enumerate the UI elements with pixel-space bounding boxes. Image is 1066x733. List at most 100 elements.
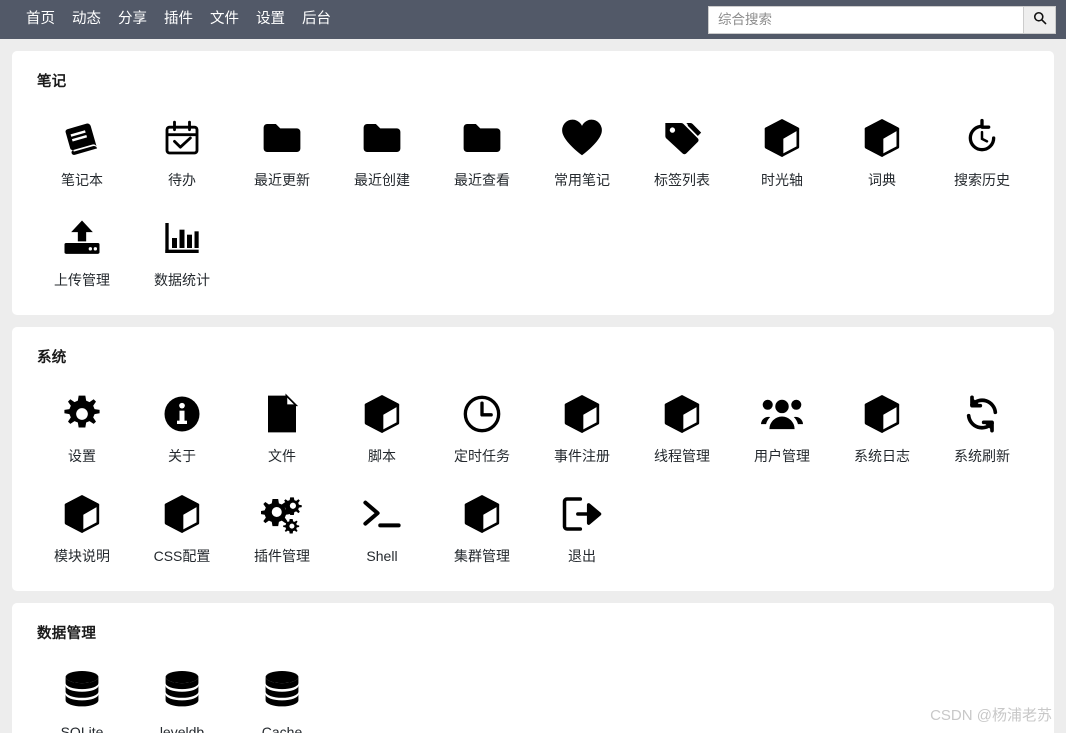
icon-tile[interactable]: 文件 [232,377,332,477]
card-title: 系统 [37,350,67,366]
search-button[interactable] [1023,5,1056,34]
icon-tile[interactable]: 常用笔记 [532,101,632,201]
icon-tile-label: CSS配置 [153,548,211,564]
file-icon [265,391,299,437]
cube-icon [63,491,101,537]
icon-tile[interactable]: 设置 [32,377,132,477]
nav-plugin[interactable]: 插件 [164,0,193,39]
icon-tile-label: 用户管理 [754,448,810,464]
sync-icon [962,391,1002,437]
cube-icon [363,391,401,437]
icon-tile-label: 词典 [868,172,896,188]
icon-tile-label: 线程管理 [654,448,710,464]
info-circle-icon [162,391,202,437]
cube-icon [863,391,901,437]
icon-tile[interactable]: 插件管理 [232,477,332,577]
icon-tile-label: 关于 [168,448,196,464]
cards-container: 笔记笔记本 待办 最近更新 最近创建 最近查看 常用笔记 标签列表 时光轴 词典 搜索历史上传管理… [12,51,1054,733]
icon-tile[interactable]: 最近创建 [332,101,432,201]
nav-home[interactable]: 首页 [26,0,55,39]
icon-tile[interactable]: 待办 [132,101,232,201]
watermark: CSDN @杨浦老苏 [930,707,1052,724]
icon-tile-label: 退出 [568,548,596,564]
icon-tile[interactable]: leveldb [132,653,232,733]
icon-tile-label: Shell [366,548,398,564]
icon-tile[interactable]: 线程管理 [632,377,732,477]
icon-tile-label: 文件 [268,448,296,464]
icon-tile-label: 定时任务 [454,448,510,464]
icon-tile[interactable]: 词典 [832,101,932,201]
icon-grid: SQLite leveldb Cache [32,649,1034,733]
nav-settings[interactable]: 设置 [256,0,285,39]
icon-tile[interactable]: 模块说明 [32,477,132,577]
icon-grid: 笔记本 待办 最近更新 最近创建 最近查看 常用笔记 标签列表 时光轴 词典 搜索历史上传管理 数据… [32,97,1034,301]
icon-tile-label: 插件管理 [254,548,310,564]
icon-tile[interactable]: 关于 [132,377,232,477]
icon-tile[interactable]: 集群管理 [432,477,532,577]
icon-tile-label: 最近创建 [354,172,410,188]
icon-tile-label: 脚本 [368,448,396,464]
nav-links: 首页 动态 分享 插件 文件 设置 后台 [26,0,331,39]
card-section: 笔记笔记本 待办 最近更新 最近创建 最近查看 常用笔记 标签列表 时光轴 词典 搜索历史上传管理… [12,51,1054,315]
icon-tile-label: 标签列表 [654,172,710,188]
search-bar [708,5,1056,34]
nav-file[interactable]: 文件 [210,0,239,39]
icon-tile[interactable]: 退出 [532,477,632,577]
nav-activity[interactable]: 动态 [72,0,101,39]
icon-tile[interactable]: 脚本 [332,377,432,477]
sign-out-icon [562,491,602,537]
icon-tile[interactable]: SQLite [32,653,132,733]
database-icon [263,667,301,713]
icon-tile[interactable]: 笔记本 [32,101,132,201]
icon-tile-label: leveldb [159,724,205,733]
icon-tile-label: 数据统计 [154,272,210,288]
icon-tile-label: SQLite [60,724,104,733]
icon-tile[interactable]: 系统日志 [832,377,932,477]
database-icon [63,667,101,713]
icon-tile-label: 最近更新 [254,172,310,188]
icon-tile[interactable]: 最近更新 [232,101,332,201]
icon-tile-label: 设置 [68,448,96,464]
cube-icon [663,391,701,437]
icon-tile-label: 模块说明 [54,548,110,564]
cube-icon [463,491,501,537]
icon-tile[interactable]: 上传管理 [32,201,132,301]
icon-tile-label: 事件注册 [554,448,610,464]
icon-tile[interactable]: 系统刷新 [932,377,1032,477]
nav-admin[interactable]: 后台 [302,0,331,39]
icon-tile[interactable]: 定时任务 [432,377,532,477]
history-icon [962,115,1002,161]
icon-tile[interactable]: 时光轴 [732,101,832,201]
icon-tile-label: 集群管理 [454,548,510,564]
icon-tile[interactable]: Shell [332,477,432,577]
cube-icon [163,491,201,537]
gear-icon [62,391,102,437]
icon-tile-label: Cache [261,724,303,733]
folder-icon [361,115,403,161]
nav-share[interactable]: 分享 [118,0,147,39]
upload-icon [62,215,102,261]
icon-tile[interactable]: CSS配置 [132,477,232,577]
icon-tile-label: 待办 [168,172,196,188]
clock-icon [462,391,502,437]
icon-tile[interactable]: 最近查看 [432,101,532,201]
icon-tile-label: 搜索历史 [954,172,1010,188]
users-icon [761,391,803,437]
heart-icon [561,115,603,161]
icon-tile[interactable]: 用户管理 [732,377,832,477]
icon-tile[interactable]: 数据统计 [132,201,232,301]
icon-tile[interactable]: 事件注册 [532,377,632,477]
icon-tile[interactable]: 标签列表 [632,101,732,201]
icon-tile[interactable]: 搜索历史 [932,101,1032,201]
card-title: 笔记 [37,74,67,90]
icon-tile[interactable]: Cache [232,653,332,733]
search-input[interactable] [708,5,1023,34]
card-section: 数据管理 SQLite leveldb Cache [12,603,1054,733]
cube-icon [763,115,801,161]
database-icon [163,667,201,713]
page-content: 笔记笔记本 待办 最近更新 最近创建 最近查看 常用笔记 标签列表 时光轴 词典 搜索历史上传管理… [0,39,1066,733]
cogs-icon [261,491,303,537]
icon-tile-label: 系统刷新 [954,448,1010,464]
top-navigation-bar: 首页 动态 分享 插件 文件 设置 后台 [0,0,1066,39]
card-section: 系统设置 关于 文件 脚本 定时任务 事件注册 线程管理 用户管理 系统日志 系统刷新模块说明 CS… [12,327,1054,591]
